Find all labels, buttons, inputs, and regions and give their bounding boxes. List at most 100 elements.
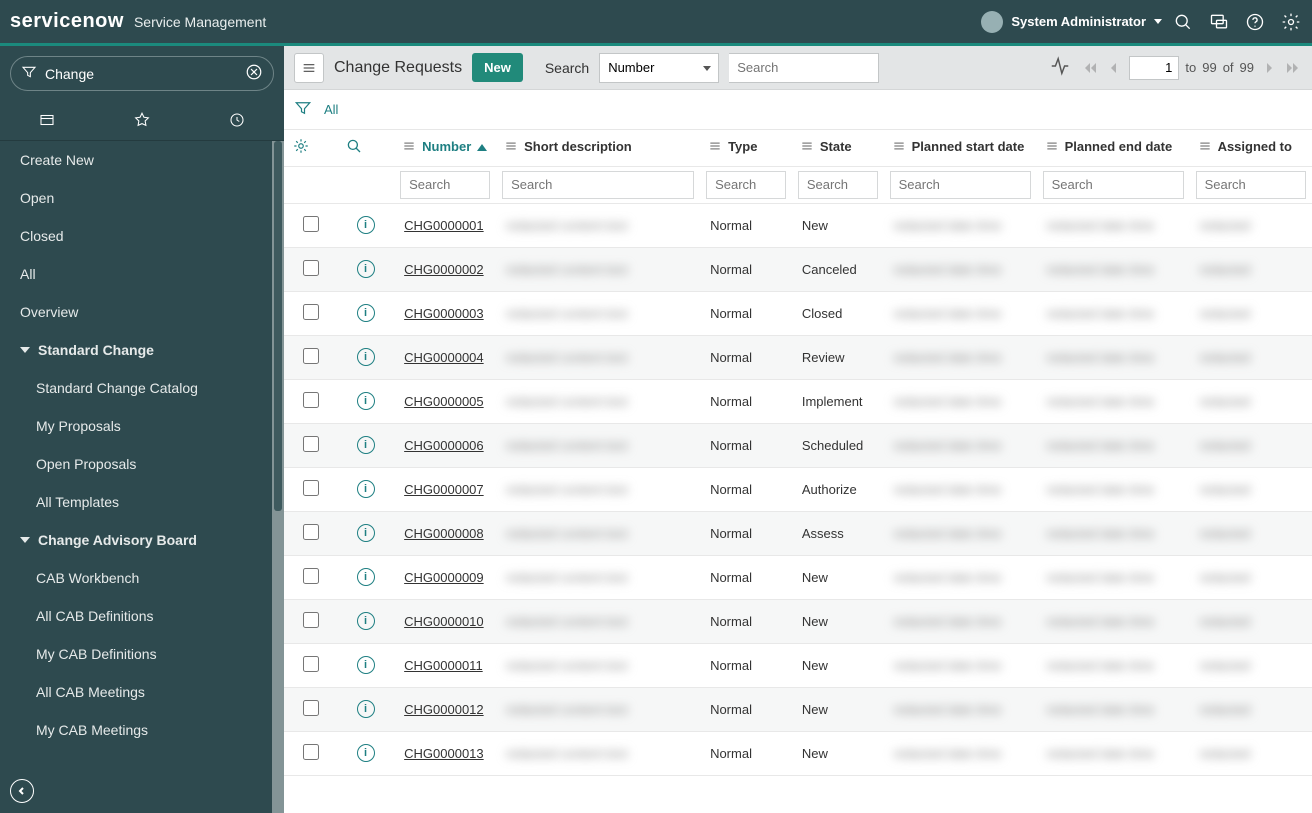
nav-item[interactable]: All Templates <box>0 483 284 521</box>
gear-icon[interactable] <box>1280 11 1302 33</box>
nav-item[interactable]: Open <box>0 179 284 217</box>
row-checkbox[interactable] <box>303 392 319 408</box>
search-field-select[interactable]: Number <box>599 53 719 83</box>
row-checkbox[interactable] <box>303 216 319 232</box>
col-assigned-to[interactable]: Assigned to <box>1190 130 1312 166</box>
record-number-link[interactable]: CHG0000009 <box>404 570 484 585</box>
list-search-input[interactable] <box>729 53 879 83</box>
cell-planned-start: redacted date time <box>894 350 1002 365</box>
row-checkbox[interactable] <box>303 700 319 716</box>
first-page-icon[interactable] <box>1081 59 1099 77</box>
col-short-description[interactable]: Short description <box>496 130 700 166</box>
nav-item[interactable]: My CAB Meetings <box>0 711 284 749</box>
nav-item[interactable]: Change Advisory Board <box>0 521 284 559</box>
record-number-link[interactable]: CHG0000002 <box>404 262 484 277</box>
collapse-navigator-icon[interactable] <box>10 779 34 803</box>
info-icon[interactable]: i <box>357 304 375 322</box>
info-icon[interactable]: i <box>357 392 375 410</box>
help-icon[interactable] <box>1244 11 1266 33</box>
col-planned-start[interactable]: Planned start date <box>884 130 1037 166</box>
record-number-link[interactable]: CHG0000001 <box>404 218 484 233</box>
new-button[interactable]: New <box>472 53 523 82</box>
nav-item[interactable]: Overview <box>0 293 284 331</box>
col-state[interactable]: State <box>792 130 884 166</box>
record-number-link[interactable]: CHG0000004 <box>404 350 484 365</box>
col-planned-end[interactable]: Planned end date <box>1037 130 1190 166</box>
cell-planned-start: redacted date time <box>894 306 1002 321</box>
avatar <box>981 11 1003 33</box>
nav-item[interactable]: Closed <box>0 217 284 255</box>
nav-item[interactable]: All <box>0 255 284 293</box>
clear-filter-icon[interactable] <box>245 63 263 84</box>
nav-item[interactable]: My Proposals <box>0 407 284 445</box>
search-planned-end[interactable] <box>1043 171 1184 199</box>
list-menu-icon[interactable] <box>294 53 324 83</box>
search-assigned-to[interactable] <box>1196 171 1306 199</box>
info-icon[interactable]: i <box>357 700 375 718</box>
row-checkbox[interactable] <box>303 436 319 452</box>
global-search-icon[interactable] <box>1172 11 1194 33</box>
record-number-link[interactable]: CHG0000011 <box>404 658 483 673</box>
user-menu[interactable]: System Administrator <box>981 11 1162 33</box>
record-number-link[interactable]: CHG0000008 <box>404 526 484 541</box>
search-planned-start[interactable] <box>890 171 1031 199</box>
navigator-filter[interactable] <box>10 56 274 91</box>
row-checkbox[interactable] <box>303 260 319 276</box>
nav-item[interactable]: Standard Change <box>0 331 284 369</box>
col-type[interactable]: Type <box>700 130 792 166</box>
toggle-column-search-icon[interactable] <box>345 143 363 158</box>
brand-logo[interactable]: servicenow Service Management <box>10 10 266 33</box>
search-type[interactable] <box>706 171 786 199</box>
nav-item[interactable]: My CAB Definitions <box>0 635 284 673</box>
prev-page-icon[interactable] <box>1105 59 1123 77</box>
row-checkbox[interactable] <box>303 480 319 496</box>
info-icon[interactable]: i <box>357 656 375 674</box>
record-number-link[interactable]: CHG0000010 <box>404 614 484 629</box>
info-icon[interactable]: i <box>357 524 375 542</box>
activity-stream-icon[interactable] <box>1049 55 1071 80</box>
all-apps-icon[interactable] <box>36 109 58 131</box>
chat-icon[interactable] <box>1208 11 1230 33</box>
nav-item[interactable]: Create New <box>0 141 284 179</box>
row-checkbox[interactable] <box>303 612 319 628</box>
record-number-link[interactable]: CHG0000005 <box>404 394 484 409</box>
filter-funnel-icon[interactable] <box>294 99 312 120</box>
nav-item[interactable]: All CAB Definitions <box>0 597 284 635</box>
page-current-input[interactable] <box>1129 56 1179 80</box>
nav-item[interactable]: Standard Change Catalog <box>0 369 284 407</box>
search-state[interactable] <box>798 171 878 199</box>
search-short-desc[interactable] <box>502 171 694 199</box>
info-icon[interactable]: i <box>357 348 375 366</box>
breadcrumb-all[interactable]: All <box>324 102 338 117</box>
record-number-link[interactable]: CHG0000007 <box>404 482 484 497</box>
info-icon[interactable]: i <box>357 568 375 586</box>
info-icon[interactable]: i <box>357 260 375 278</box>
search-number[interactable] <box>400 171 490 199</box>
row-checkbox[interactable] <box>303 348 319 364</box>
info-icon[interactable]: i <box>357 744 375 762</box>
last-page-icon[interactable] <box>1284 59 1302 77</box>
record-number-link[interactable]: CHG0000003 <box>404 306 484 321</box>
row-checkbox[interactable] <box>303 568 319 584</box>
record-number-link[interactable]: CHG0000012 <box>404 702 484 717</box>
next-page-icon[interactable] <box>1260 59 1278 77</box>
row-checkbox[interactable] <box>303 656 319 672</box>
nav-item[interactable]: All CAB Meetings <box>0 673 284 711</box>
record-number-link[interactable]: CHG0000013 <box>404 746 484 761</box>
navigator-filter-input[interactable] <box>45 66 237 82</box>
history-clock-icon[interactable] <box>226 109 248 131</box>
record-number-link[interactable]: CHG0000006 <box>404 438 484 453</box>
info-icon[interactable]: i <box>357 612 375 630</box>
favorites-star-icon[interactable] <box>131 109 153 131</box>
navigator-scrollbar[interactable] <box>272 141 284 813</box>
info-icon[interactable]: i <box>357 216 375 234</box>
personalize-columns-icon[interactable] <box>292 143 310 158</box>
info-icon[interactable]: i <box>357 436 375 454</box>
row-checkbox[interactable] <box>303 524 319 540</box>
row-checkbox[interactable] <box>303 744 319 760</box>
row-checkbox[interactable] <box>303 304 319 320</box>
nav-item[interactable]: Open Proposals <box>0 445 284 483</box>
col-number[interactable]: Number <box>394 130 496 166</box>
nav-item[interactable]: CAB Workbench <box>0 559 284 597</box>
info-icon[interactable]: i <box>357 480 375 498</box>
